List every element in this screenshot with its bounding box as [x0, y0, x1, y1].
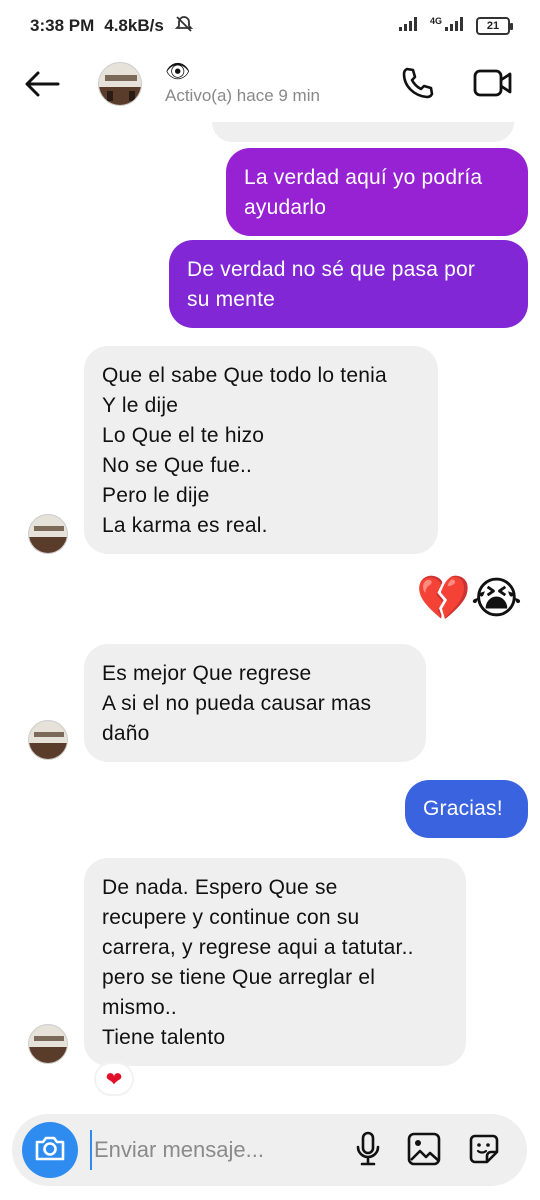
audio-call-button[interactable] [398, 66, 436, 104]
message-line: La karma es real. [102, 514, 268, 537]
sender-avatar[interactable] [28, 720, 68, 760]
sticker-icon [467, 1132, 501, 1171]
message-line: su mente [187, 288, 275, 311]
reaction-badge[interactable]: ❤ [96, 1064, 132, 1094]
voice-message-button[interactable] [350, 1131, 386, 1172]
message-line: Lo Que el te hizo [102, 424, 265, 447]
back-button[interactable] [22, 68, 62, 104]
back-arrow-icon [24, 70, 60, 103]
message-input[interactable] [90, 1130, 350, 1170]
message-line: De nada. Espero Que se [102, 876, 338, 899]
message-line: Pero le dije [102, 484, 210, 507]
message-line: mismo.. [102, 996, 177, 1019]
sticker-button[interactable] [465, 1132, 503, 1170]
phone-icon [400, 66, 434, 105]
camera-icon [34, 1134, 66, 1167]
emoji-content: 💔😭 [416, 574, 523, 623]
message-line: daño [102, 722, 150, 745]
message-line: A si el no pueda causar mas [102, 692, 372, 715]
sender-avatar[interactable] [28, 1024, 68, 1064]
contact-name: 👁 [165, 61, 191, 83]
microphone-icon [354, 1131, 382, 1172]
mute-icon [174, 14, 194, 39]
message-line: No se Que fue.. [102, 454, 253, 477]
message-line: recupere y continue con su [102, 906, 360, 929]
message-line: Es mejor Que regrese [102, 662, 312, 685]
incoming-message[interactable]: Que el sabe Que todo lo tenia Y le dije … [84, 346, 438, 554]
contact-avatar[interactable] [98, 62, 142, 106]
status-time: 3:38 PM [30, 16, 95, 35]
chat-header: 👁 Activo(a) hace 9 min [0, 52, 540, 122]
outgoing-message[interactable]: La verdad aquí yo podría ayudarlo [226, 148, 528, 236]
message-line: Tiene talento [102, 1026, 226, 1049]
network-type: 4G [429, 16, 442, 26]
message-line: De verdad no sé que pasa por [187, 258, 476, 281]
incoming-message[interactable]: De nada. Espero Que se recupere y contin… [84, 858, 466, 1066]
outgoing-message[interactable]: De verdad no sé que pasa por su mente [169, 240, 528, 328]
signal-4g-icon [444, 16, 466, 37]
message-composer [12, 1114, 527, 1186]
gallery-icon [407, 1132, 441, 1171]
heart-icon: ❤ [105, 1068, 123, 1091]
active-status: Activo(a) hace 9 min [165, 86, 320, 105]
message-line: Gracias! [423, 797, 503, 820]
message-line: ayudarlo [244, 196, 327, 219]
video-call-button[interactable] [472, 66, 514, 104]
message-line: carrera, y regrese aqui a tatutar.. [102, 936, 414, 959]
message-line: Y le dije [102, 394, 179, 417]
sender-avatar[interactable] [28, 514, 68, 554]
message-line: Que el sabe Que todo lo tenia [102, 364, 387, 387]
status-speed: 4.8kB/s [104, 16, 164, 35]
video-camera-icon [473, 68, 513, 103]
signal-icon [398, 16, 420, 37]
message-line: La verdad aquí yo podría [244, 166, 483, 189]
emoji-message[interactable]: 💔😭 [416, 574, 522, 624]
gallery-button[interactable] [405, 1132, 443, 1170]
message-list[interactable]: La verdad aquí yo podría ayudarlo De ver… [0, 122, 540, 1112]
contact-info[interactable]: 👁 Activo(a) hace 9 min [165, 60, 320, 106]
camera-button[interactable] [22, 1122, 78, 1178]
status-bar: 3:38 PM 4.8kB/s 4G 21 [0, 0, 540, 52]
message-line: pero se tiene Que arreglar el [102, 966, 376, 989]
battery-indicator: 21 [476, 17, 513, 35]
previous-message-bubble [212, 122, 514, 142]
incoming-message[interactable]: Es mejor Que regrese A si el no pueda ca… [84, 644, 426, 762]
outgoing-message[interactable]: Gracias! [405, 780, 528, 838]
